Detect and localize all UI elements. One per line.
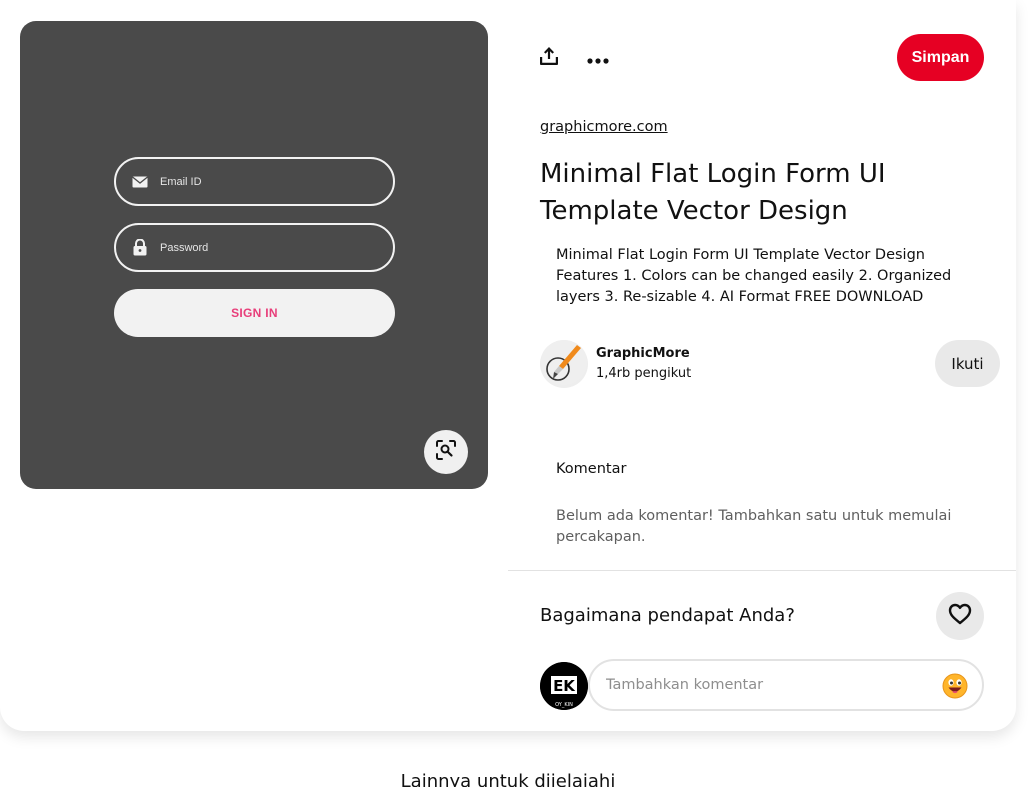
paintbrush-icon bbox=[541, 340, 587, 388]
user-avatar[interactable]: EK OY_KIN bbox=[540, 662, 588, 710]
user-avatar-image: EK OY_KIN bbox=[540, 662, 588, 710]
mock-email-placeholder: Email ID bbox=[160, 175, 202, 188]
comments-empty-text: Belum ada komentar! Tambahkan satu untuk… bbox=[556, 508, 952, 545]
react-button[interactable] bbox=[936, 592, 984, 640]
save-button[interactable]: Simpan bbox=[897, 34, 984, 81]
follow-button[interactable]: Ikuti bbox=[935, 340, 1000, 387]
mock-password-placeholder: Password bbox=[160, 241, 209, 254]
comment-box bbox=[588, 659, 984, 711]
pin-page: Email ID Password SIGN IN Simpan graphic… bbox=[0, 0, 1030, 787]
pin-image[interactable]: Email ID Password SIGN IN bbox=[20, 21, 488, 489]
envelope-icon bbox=[132, 174, 148, 190]
source-link[interactable]: graphicmore.com bbox=[540, 119, 668, 135]
pin-title: Minimal Flat Login Form UI Template Vect… bbox=[540, 159, 886, 226]
feedback-question: Bagaimana pendapat Anda? bbox=[540, 605, 795, 626]
creator-name[interactable]: GraphicMore bbox=[596, 346, 690, 361]
pin-description: Minimal Flat Login Form UI Template Vect… bbox=[556, 247, 952, 305]
explore-heading: Lainnya untuk dijelajahi bbox=[400, 771, 616, 787]
visual-search-button[interactable] bbox=[424, 430, 468, 474]
comments-heading[interactable]: Komentar bbox=[556, 461, 626, 477]
comment-input[interactable] bbox=[606, 670, 926, 700]
lens-search-icon bbox=[436, 440, 456, 464]
share-icon bbox=[539, 46, 559, 70]
divider bbox=[508, 570, 1016, 571]
share-button[interactable] bbox=[530, 40, 568, 76]
pin-card: Email ID Password SIGN IN Simpan graphic… bbox=[0, 0, 1016, 731]
creator-followers: 1,4rb pengikut bbox=[596, 366, 692, 381]
more-options-button[interactable] bbox=[580, 40, 616, 76]
user-avatar-subtext: OY_KIN bbox=[555, 702, 573, 708]
padlock-icon bbox=[132, 239, 148, 256]
mock-password-field: Password bbox=[114, 223, 395, 272]
mock-signin-button: SIGN IN bbox=[114, 289, 395, 337]
emoji-icon[interactable] bbox=[942, 673, 968, 699]
creator-avatar[interactable] bbox=[540, 340, 588, 388]
mock-email-field: Email ID bbox=[114, 157, 395, 206]
heart-icon bbox=[948, 603, 972, 629]
user-avatar-text: EK bbox=[553, 677, 576, 695]
ellipsis-icon bbox=[587, 49, 609, 68]
